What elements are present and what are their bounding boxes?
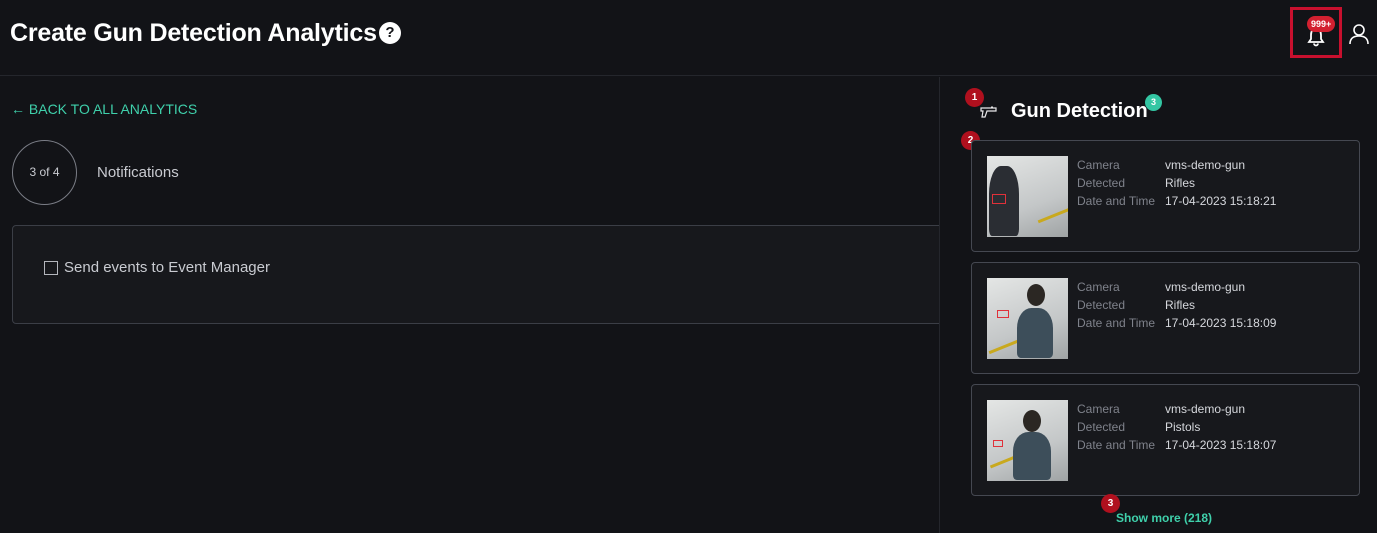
datetime-label: Date and Time [1077,194,1156,208]
event-thumbnail [987,156,1068,237]
datetime-value: 17-04-2023 15:18:09 [1165,316,1277,330]
camera-value: vms-demo-gun [1165,280,1246,294]
detected-label: Detected [1077,298,1126,312]
send-events-label[interactable]: Send events to Event Manager [64,259,270,276]
page-title: Create Gun Detection Analytics [10,19,377,47]
step-title: Notifications [97,164,179,181]
send-events-checkbox[interactable] [44,261,58,275]
camera-label: Camera [1077,402,1120,416]
datetime-label: Date and Time [1077,438,1156,452]
back-to-all-analytics-link[interactable]: ← BACK TO ALL ANALYTICS [11,101,197,117]
camera-label: Camera [1077,280,1120,294]
marker-1-badge: 1 [965,88,984,107]
detected-label: Detected [1077,176,1126,190]
gun-icon [980,106,997,118]
datetime-value: 17-04-2023 15:18:21 [1165,194,1277,208]
user-icon[interactable] [1348,23,1370,45]
detected-value: Pistols [1165,420,1201,434]
panel-title: Gun Detection [1011,100,1148,122]
step-indicator: 3 of 4 [12,140,77,205]
event-thumbnail [987,400,1068,481]
event-thumbnail [987,278,1068,359]
event-card[interactable]: Camera vms-demo-gun Detected Pistols Dat… [971,384,1360,496]
detected-label: Detected [1077,420,1126,434]
gun-detection-panel: 1 Gun Detection 3 2 Camera vms-demo-gun … [939,77,1377,533]
event-count-badge: 3 [1145,94,1162,111]
camera-value: vms-demo-gun [1165,402,1246,416]
show-more-link[interactable]: Show more (218) [1116,511,1212,525]
notifications-button[interactable]: 999+ [1290,7,1342,58]
notification-settings-panel: Send events to Event Manager [12,225,952,324]
datetime-label: Date and Time [1077,316,1156,330]
datetime-value: 17-04-2023 15:18:07 [1165,438,1277,452]
top-bar: Create Gun Detection Analytics ? 999+ [0,0,1377,76]
camera-value: vms-demo-gun [1165,158,1246,172]
detected-value: Rifles [1165,176,1196,190]
camera-label: Camera [1077,158,1120,172]
event-card[interactable]: Camera vms-demo-gun Detected Rifles Date… [971,262,1360,374]
help-icon[interactable]: ? [379,22,401,44]
detected-value: Rifles [1165,298,1196,312]
event-card[interactable]: Camera vms-demo-gun Detected Rifles Date… [971,140,1360,252]
notification-count-badge: 999+ [1307,16,1336,32]
